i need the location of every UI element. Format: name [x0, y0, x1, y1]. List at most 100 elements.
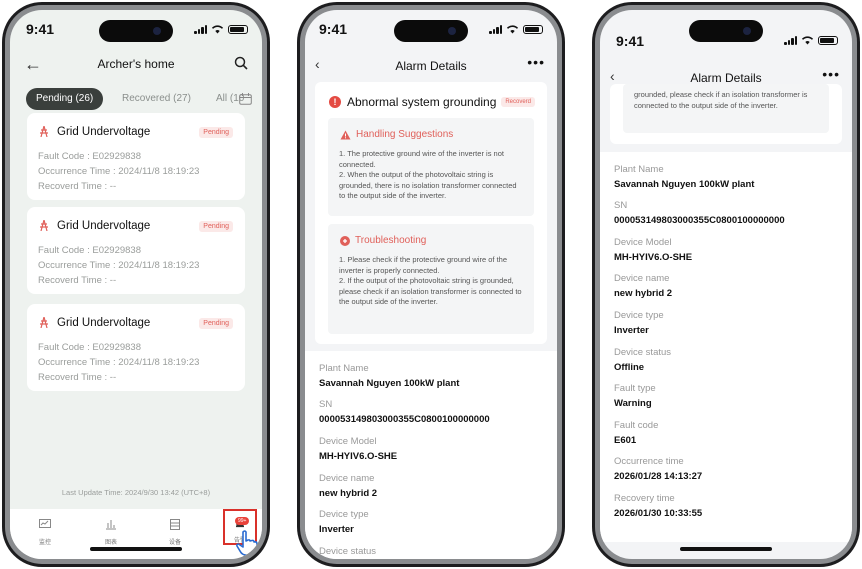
- info-label: Device type: [319, 509, 369, 520]
- home-indicator: [680, 547, 772, 551]
- info-value: E601: [614, 435, 637, 446]
- troubleshooting-box: Troubleshooting 1. Please check if the p…: [328, 224, 534, 334]
- handling-suggestions-box: Handling Suggestions 1. The protective g…: [328, 118, 534, 216]
- info-label: Plant Name: [614, 164, 664, 175]
- screen-alarm-details-scrolled: 9:41 ‹ Alarm Details ••• grounded, pleas…: [600, 10, 852, 559]
- troubleshoot-icon: [340, 235, 350, 246]
- troubleshooting-box: grounded, please check if an isolation t…: [623, 84, 829, 133]
- info-value: Savannah Nguyen 100kW plant: [319, 378, 460, 389]
- tab-device[interactable]: 设备: [160, 517, 190, 546]
- info-value: MH-HYIV6.O-SHE: [614, 252, 693, 263]
- info-value: 2026/01/28 14:13:27: [614, 471, 703, 482]
- info-value: Warning: [614, 398, 652, 409]
- info-value: 000053149803000355C0800100000000: [319, 414, 490, 425]
- phone-frame-alarm-list: 9:41 ← Archer's home Pending (26) Recove…: [2, 2, 270, 567]
- info-value: 000053149803000355C0800100000000: [614, 215, 785, 226]
- alarm-title: Grid Undervoltage: [57, 126, 151, 138]
- battery-icon: [818, 35, 838, 45]
- status-badge: Recoverd: [501, 97, 535, 107]
- home-indicator: [90, 547, 182, 551]
- screen-alarm-list: 9:41 ← Archer's home Pending (26) Recove…: [10, 10, 262, 559]
- dynamic-island: [394, 20, 468, 42]
- handling-suggestions-body: 1. The protective ground wire of the inv…: [339, 149, 517, 200]
- status-badge: Pending: [199, 318, 233, 329]
- info-value: Inverter: [614, 325, 649, 336]
- recovered-time: Recoverd Time : --: [38, 181, 117, 192]
- top-nav: ‹ Alarm Details •••: [305, 50, 557, 80]
- wifi-icon: [211, 25, 224, 34]
- tab-label: 图表: [104, 540, 117, 546]
- alarm-filter-tabs: Pending (26) Recovered (27) All (10: [26, 88, 252, 110]
- alarm-detail-panel: ! Abnormal system grounding Recoverd Han…: [315, 82, 547, 344]
- occurrence-time: Occurrence Time : 2024/11/8 18:19:23: [38, 357, 200, 368]
- info-value: new hybrid 2: [319, 488, 378, 499]
- signal-icon: [784, 35, 797, 45]
- status-time: 9:41: [616, 33, 645, 49]
- grid-tower-icon: [40, 220, 48, 231]
- info-label: Occurrence time: [614, 456, 684, 467]
- alarm-card[interactable]: Grid Undervoltage Pending Fault Code : E…: [27, 113, 245, 200]
- wifi-icon: [506, 25, 519, 34]
- dynamic-island: [99, 20, 173, 42]
- occurrence-time: Occurrence Time : 2024/11/8 18:19:23: [38, 260, 200, 271]
- grid-tower-icon: [40, 317, 48, 328]
- info-value: MH-HYIV6.O-SHE: [319, 451, 398, 462]
- phone-frame-alarm-details: 9:41 ‹ Alarm Details ••• ! Abnormal syst…: [297, 2, 565, 567]
- device-icon: [170, 519, 180, 530]
- info-label: Device Model: [614, 237, 672, 248]
- info-label: SN: [614, 200, 628, 211]
- page-title: Alarm Details: [690, 71, 762, 85]
- phone-frame-alarm-details-scrolled: 9:41 ‹ Alarm Details ••• grounded, pleas…: [592, 2, 860, 567]
- search-icon[interactable]: [234, 56, 248, 70]
- occurrence-time: Occurrence Time : 2024/11/8 18:19:23: [38, 166, 200, 177]
- pointer-hand-icon: [236, 530, 258, 556]
- screen-alarm-details: 9:41 ‹ Alarm Details ••• ! Abnormal syst…: [305, 10, 557, 559]
- page-title: Archer's home: [97, 57, 175, 71]
- tab-recovered[interactable]: Recovered (27): [122, 88, 191, 110]
- troubleshooting-body: 1. Please check if the protective ground…: [339, 255, 522, 306]
- info-label: Device name: [614, 273, 670, 284]
- status-badge: Pending: [199, 221, 233, 232]
- info-label: Device type: [614, 310, 664, 321]
- info-label: Device name: [319, 473, 375, 484]
- alarm-title: ! Abnormal system grounding: [329, 95, 496, 109]
- signal-icon: [194, 24, 207, 34]
- calendar-icon[interactable]: [239, 93, 252, 105]
- fault-code: Fault Code : E02929838: [38, 245, 141, 256]
- last-update-time: Last Update Time: 2024/9/30 13:42 (UTC+8…: [61, 488, 211, 497]
- alarm-title: Grid Undervoltage: [57, 317, 151, 329]
- info-label: Device Model: [319, 436, 377, 447]
- signal-icon: [489, 24, 502, 34]
- info-label: SN: [319, 399, 333, 410]
- info-label: Fault code: [614, 420, 659, 431]
- bar-chart-icon: [106, 520, 116, 530]
- tab-chart[interactable]: 图表: [96, 517, 126, 546]
- info-value: Offline: [614, 362, 645, 373]
- battery-icon: [228, 24, 248, 34]
- recovered-time: Recoverd Time : --: [38, 372, 117, 383]
- alarm-card[interactable]: Grid Undervoltage Pending Fault Code : E…: [27, 207, 245, 294]
- info-value: Savannah Nguyen 100kW plant: [614, 179, 755, 190]
- tab-pending[interactable]: Pending (26): [26, 88, 104, 110]
- tab-monitor[interactable]: 监控: [30, 517, 60, 546]
- troubleshooting-title: Troubleshooting: [340, 235, 426, 246]
- handling-suggestions-title: Handling Suggestions: [340, 129, 453, 140]
- device-info-panel: Plant Name Savannah Nguyen 100kW plant S…: [600, 152, 852, 542]
- alarm-detail-panel: grounded, please check if an isolation t…: [610, 84, 842, 144]
- info-label: Device status: [614, 347, 672, 358]
- recovered-time: Recoverd Time : --: [38, 275, 117, 286]
- warning-icon: [340, 130, 351, 139]
- battery-icon: [523, 24, 543, 34]
- grid-tower-icon: [40, 126, 48, 137]
- alarm-title-text: Abnormal system grounding: [347, 95, 497, 109]
- alarm-count-badge: 99+: [235, 517, 250, 525]
- more-options-icon[interactable]: •••: [822, 66, 840, 82]
- status-badge: Pending: [199, 127, 233, 138]
- monitor-icon: [39, 519, 51, 528]
- more-options-icon[interactable]: •••: [527, 54, 545, 70]
- fault-code: Fault Code : E02929838: [38, 151, 141, 162]
- device-info-panel: Plant Name Savannah Nguyen 100kW plant S…: [305, 351, 557, 559]
- info-label: Plant Name: [319, 363, 369, 374]
- alarm-card[interactable]: Grid Undervoltage Pending Fault Code : E…: [27, 304, 245, 391]
- troubleshooting-body: grounded, please check if an isolation t…: [634, 90, 808, 110]
